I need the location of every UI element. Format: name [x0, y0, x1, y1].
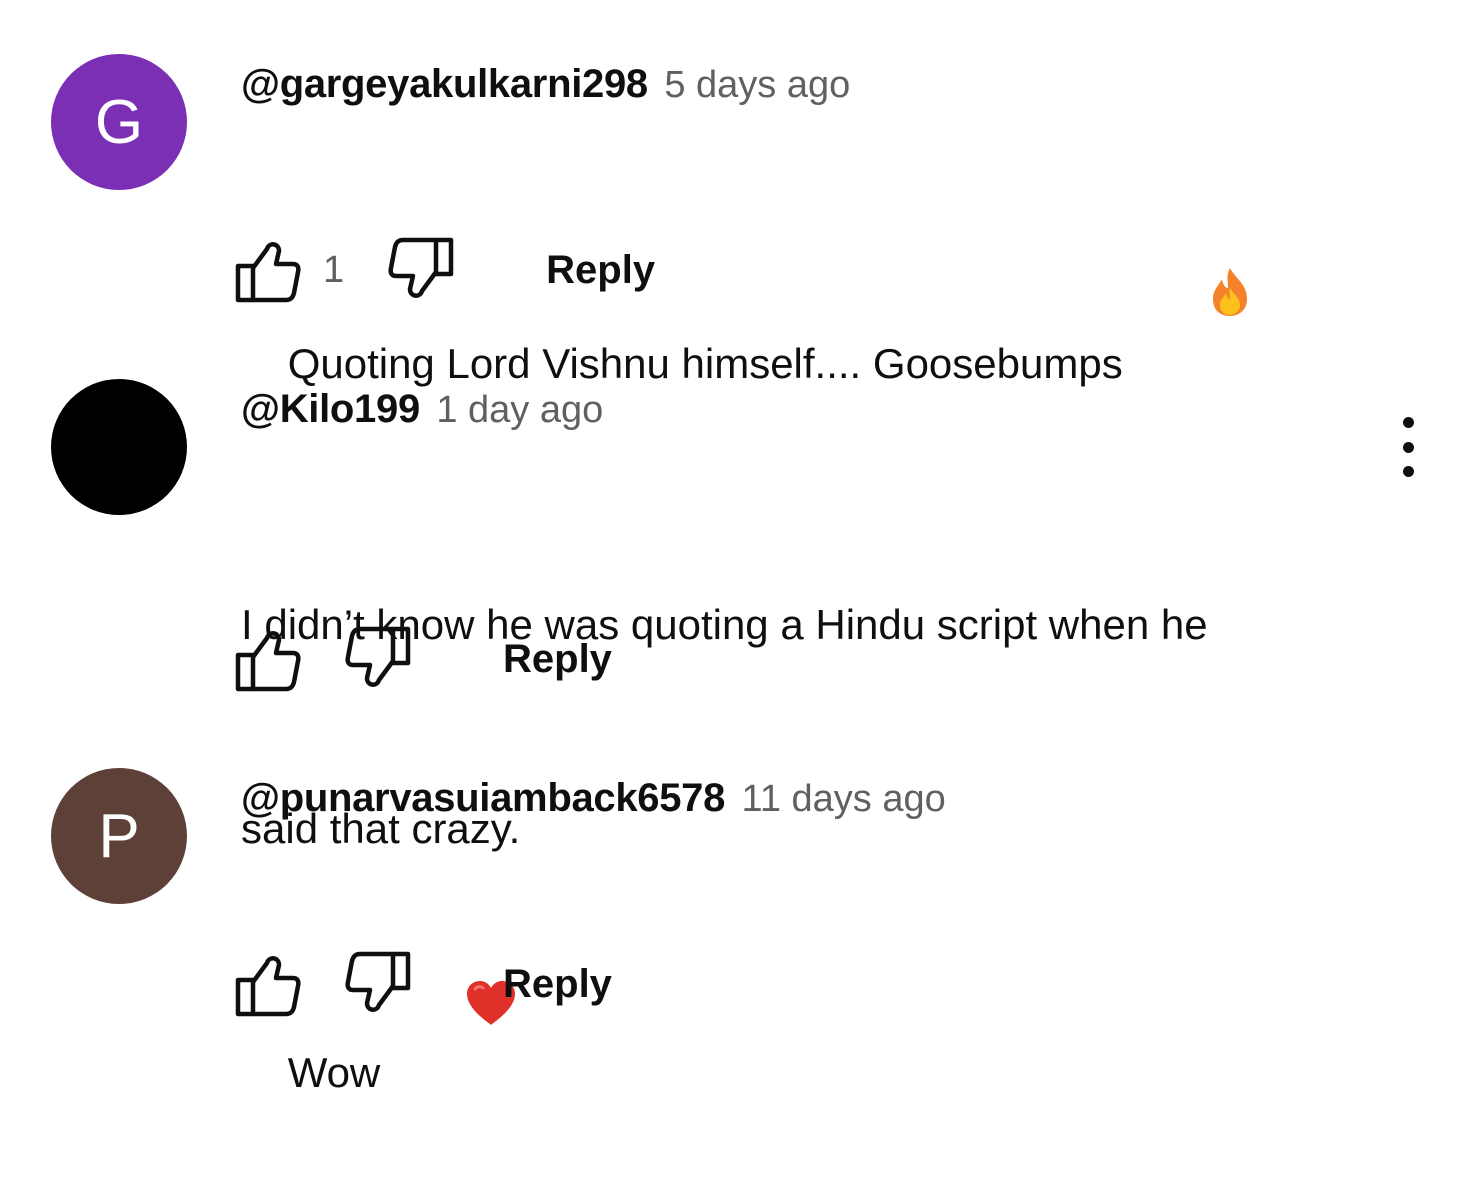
- comment-author[interactable]: @punarvasuiamback6578: [241, 776, 725, 820]
- like-count: 1: [323, 248, 345, 291]
- reply-button[interactable]: Reply: [546, 248, 655, 293]
- menu-dot: [1402, 417, 1414, 428]
- comment-author[interactable]: @gargeyakulkarni298: [241, 62, 648, 106]
- thumbs-up-icon[interactable]: [235, 951, 301, 1017]
- reply-button[interactable]: Reply: [503, 637, 612, 682]
- avatar-letter: G: [94, 87, 144, 157]
- menu-dot: [1402, 466, 1414, 477]
- fire-emoji: [1137, 198, 1253, 406]
- avatar[interactable]: G: [51, 54, 187, 190]
- thumbs-down-icon[interactable]: [345, 626, 411, 692]
- more-vert-icon[interactable]: [1392, 417, 1424, 477]
- thumbs-up-icon[interactable]: [235, 237, 301, 303]
- avatar-letter: P: [98, 801, 140, 871]
- thumbs-down-icon[interactable]: [388, 237, 454, 303]
- comment-time[interactable]: 11 days ago: [742, 778, 946, 820]
- comment-time[interactable]: 1 day ago: [436, 389, 603, 431]
- comment-time[interactable]: 5 days ago: [664, 64, 850, 106]
- comment-text: Wow: [287, 1049, 381, 1096]
- avatar[interactable]: P: [51, 768, 187, 904]
- thumbs-up-icon[interactable]: [235, 626, 301, 692]
- comment-text: Quoting Lord Vishnu himself.... Goosebum…: [287, 340, 1123, 387]
- reply-button[interactable]: Reply: [503, 962, 612, 1007]
- thumbs-down-icon[interactable]: [345, 951, 411, 1017]
- avatar[interactable]: [51, 379, 187, 515]
- comment-author[interactable]: @Kilo199: [241, 387, 420, 431]
- menu-dot: [1402, 441, 1414, 453]
